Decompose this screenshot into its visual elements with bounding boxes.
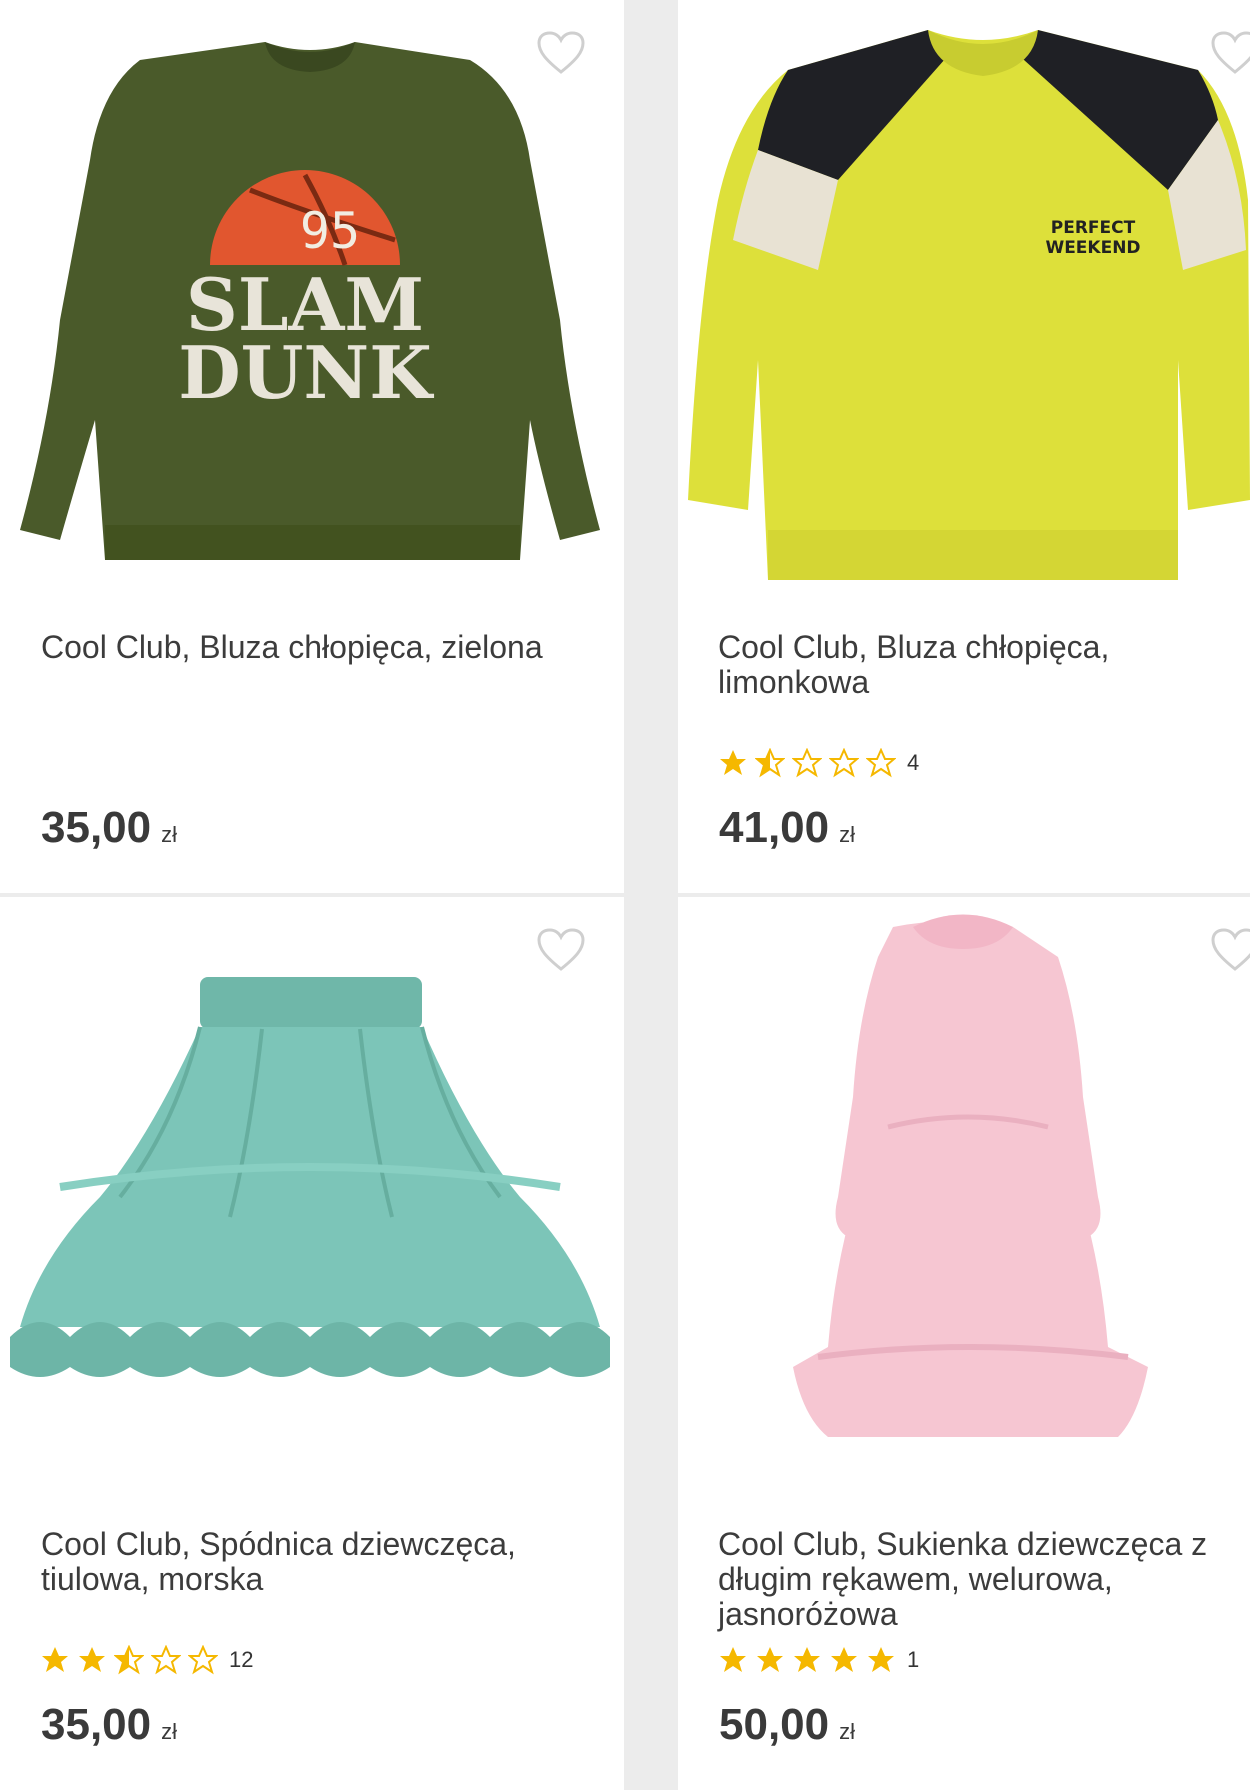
print-line-2: WEEKEND — [1045, 238, 1140, 258]
star-half-icon — [755, 748, 785, 778]
product-image[interactable] — [678, 897, 1250, 1497]
star-full-icon — [42, 1647, 68, 1672]
favorite-heart-icon[interactable] — [536, 927, 586, 973]
product-card[interactable]: PERFECT WEEKEND Cool Club, Bluza chłopię… — [678, 0, 1250, 893]
product-image[interactable]: 95 SLAM DUNK — [0, 0, 624, 600]
product-rating: 1 — [718, 1644, 919, 1676]
product-title[interactable]: Cool Club, Sukienka dziewczęca z długim … — [718, 1527, 1243, 1632]
favorite-heart-icon[interactable] — [1210, 927, 1250, 973]
print-line-dunk: DUNK — [178, 330, 434, 415]
price-amount: 35,00 — [41, 1700, 152, 1749]
star-empty-icon — [829, 748, 859, 778]
price-currency: zł — [839, 1719, 855, 1744]
product-price: 35,00 zł — [41, 1700, 177, 1750]
star-empty-icon — [188, 1645, 218, 1675]
product-card[interactable]: Cool Club, Sukienka dziewczęca z długim … — [678, 897, 1250, 1790]
product-image[interactable]: PERFECT WEEKEND — [678, 0, 1250, 600]
star-full-icon — [868, 1647, 894, 1672]
product-title[interactable]: Cool Club, Spódnica dziewczęca, tiulowa,… — [41, 1527, 581, 1597]
star-full-icon — [794, 1647, 820, 1672]
star-empty-icon — [151, 1645, 181, 1675]
star-full-icon — [720, 1647, 746, 1672]
favorite-heart-icon[interactable] — [1210, 30, 1250, 76]
star-half-icon — [114, 1645, 144, 1675]
product-card[interactable]: 95 SLAM DUNK Cool Club, Bluza chłopięca,… — [0, 0, 624, 893]
product-rating: 4 — [718, 747, 919, 779]
star-empty-icon — [866, 748, 896, 778]
product-card[interactable]: Cool Club, Spódnica dziewczęca, tiulowa,… — [0, 897, 624, 1790]
product-rating: 12 — [40, 1644, 253, 1676]
rating-count: 1 — [907, 1647, 920, 1672]
price-amount: 41,00 — [719, 803, 830, 852]
print-number: 95 — [300, 202, 360, 260]
price-currency: zł — [839, 822, 855, 847]
product-price: 35,00 zł — [41, 803, 177, 853]
price-amount: 50,00 — [719, 1700, 830, 1749]
star-empty-icon — [792, 748, 822, 778]
product-title[interactable]: Cool Club, Bluza chłopięca, limonkowa — [718, 630, 1243, 700]
price-amount: 35,00 — [41, 803, 152, 852]
rating-count: 12 — [229, 1647, 254, 1672]
product-title[interactable]: Cool Club, Bluza chłopięca, zielona — [41, 630, 581, 665]
star-full-icon — [79, 1647, 105, 1672]
price-currency: zł — [161, 1719, 177, 1744]
favorite-heart-icon[interactable] — [536, 30, 586, 76]
product-image[interactable] — [0, 897, 624, 1497]
rating-count: 4 — [907, 750, 920, 775]
product-price: 50,00 zł — [719, 1700, 855, 1750]
star-full-icon — [720, 750, 746, 775]
star-full-icon — [757, 1647, 783, 1672]
product-price: 41,00 zł — [719, 803, 855, 853]
price-currency: zł — [161, 822, 177, 847]
star-full-icon — [831, 1647, 857, 1672]
print-line-1: PERFECT — [1051, 218, 1136, 238]
